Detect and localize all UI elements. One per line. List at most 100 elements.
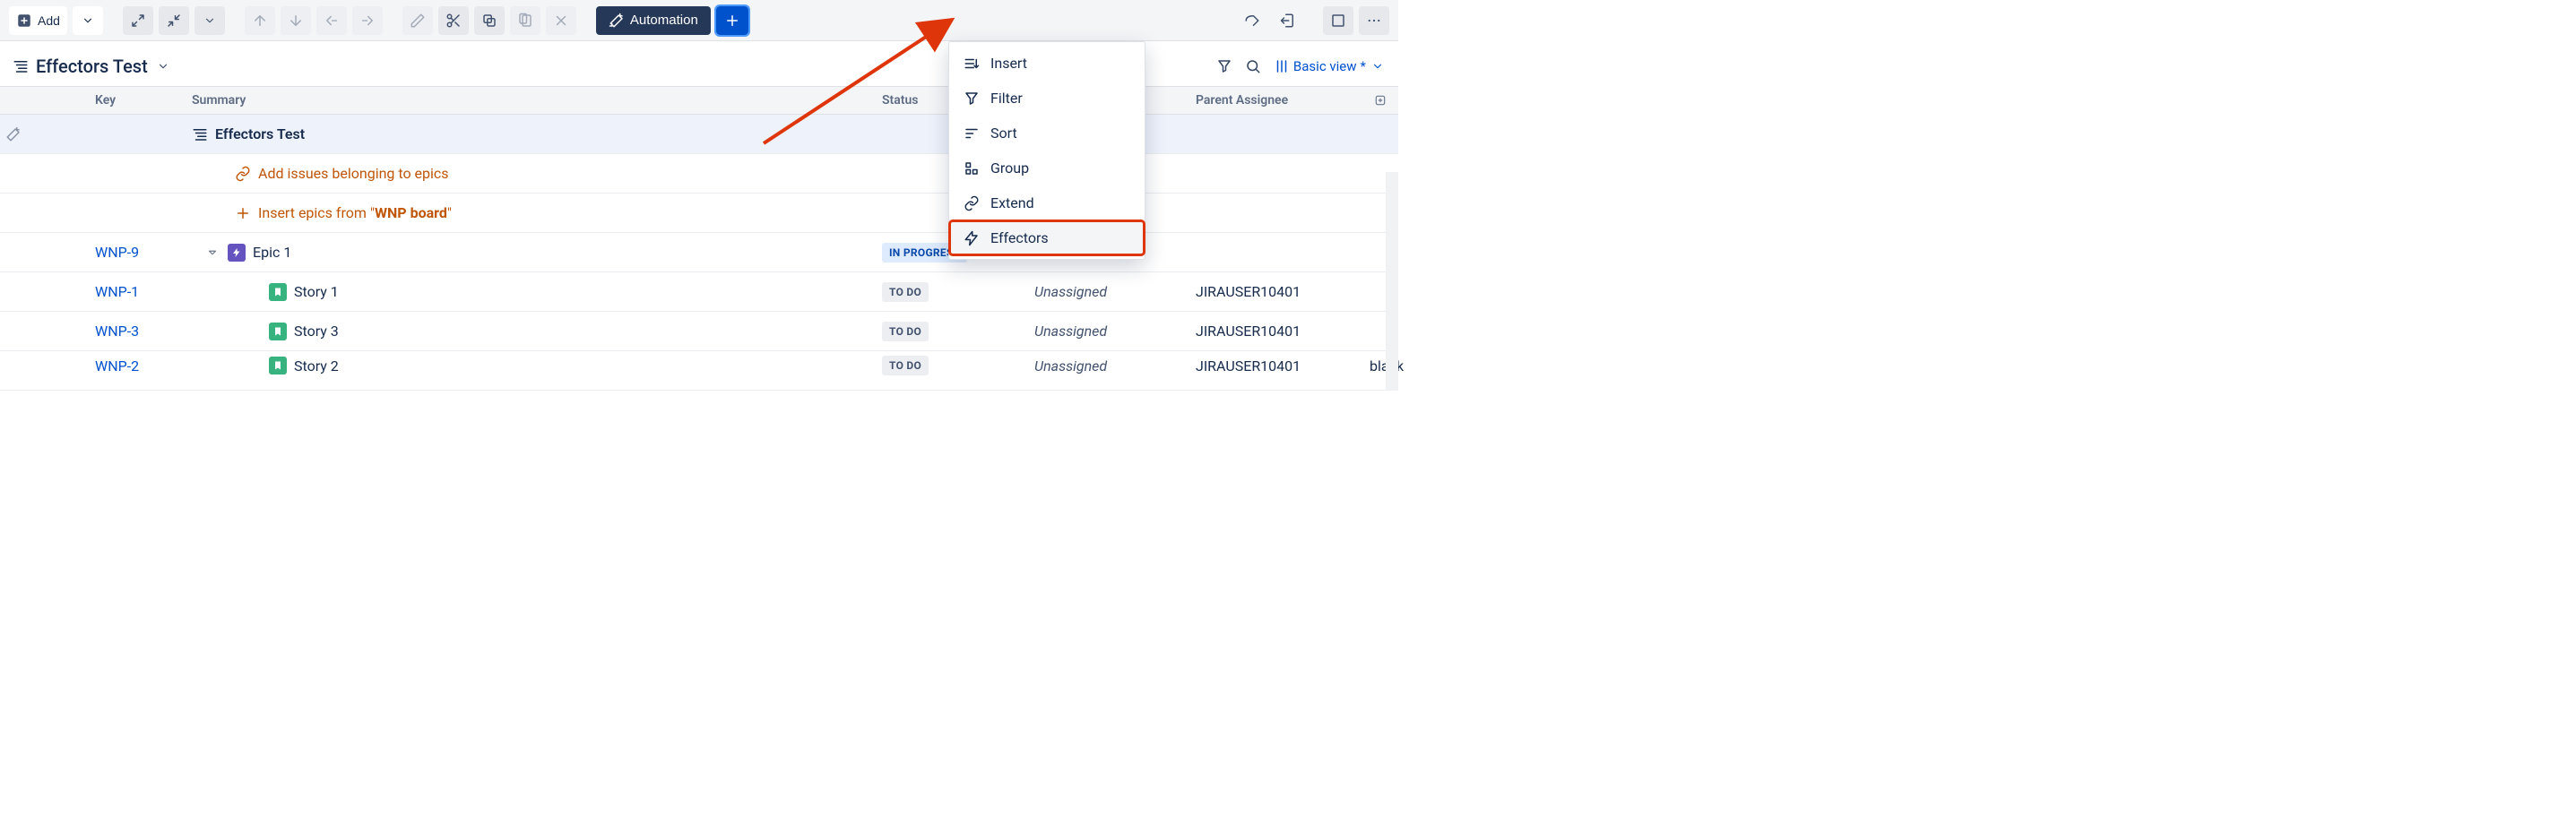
table-row-story[interactable]: WNP-2 Story 2 TO DO Unassigned JIRAUSER1… bbox=[0, 351, 1398, 391]
cell-summary: Story 3 bbox=[186, 319, 877, 344]
status-badge[interactable]: TO DO bbox=[882, 356, 929, 375]
add-button-label: Add bbox=[38, 13, 60, 28]
menu-item-label: Insert bbox=[990, 55, 1027, 72]
more-button[interactable] bbox=[1359, 6, 1389, 35]
menu-item-insert[interactable]: Insert bbox=[949, 46, 1145, 81]
arrow-right-dotted-icon bbox=[359, 13, 376, 29]
cell-summary: Add issues belonging to epics bbox=[186, 161, 877, 185]
cell-parent-assignee bbox=[1190, 249, 1370, 256]
col-handle bbox=[0, 97, 90, 104]
indent-button[interactable] bbox=[352, 6, 383, 35]
filter-icon[interactable] bbox=[1216, 58, 1232, 74]
table-row-hint[interactable]: Add issues belonging to epics bbox=[0, 154, 1398, 194]
menu-item-filter[interactable]: Filter bbox=[949, 81, 1145, 116]
add-button[interactable]: Add bbox=[9, 6, 67, 35]
paste-button[interactable] bbox=[510, 6, 540, 35]
col-summary[interactable]: Summary bbox=[186, 90, 877, 111]
search-icon[interactable] bbox=[1245, 58, 1261, 74]
edit-button[interactable] bbox=[402, 6, 433, 35]
ellipsis-icon bbox=[1366, 13, 1382, 29]
col-key[interactable]: Key bbox=[90, 90, 186, 111]
copy-button[interactable] bbox=[474, 6, 505, 35]
structure-icon bbox=[13, 58, 29, 74]
toolbar: Add Automation bbox=[0, 0, 1398, 41]
square-icon bbox=[1330, 13, 1346, 29]
link-icon bbox=[964, 195, 980, 211]
columns-icon bbox=[1274, 58, 1290, 74]
menu-item-effectors[interactable]: Effectors bbox=[949, 220, 1145, 255]
cell-key: WNP-3 bbox=[90, 319, 186, 343]
export-icon bbox=[1280, 13, 1296, 29]
expand-collapse-dropdown[interactable] bbox=[194, 6, 225, 35]
table-row-story[interactable]: WNP-3 Story 3 TO DO Unassigned JIRAUSER1… bbox=[0, 312, 1398, 351]
cell-assignee: Unassigned bbox=[1029, 354, 1190, 378]
hint-link-insert-epics[interactable]: Insert epics from "WNP board" bbox=[235, 204, 452, 221]
automation-button[interactable]: Automation bbox=[596, 6, 711, 35]
structure-name: Effectors Test bbox=[215, 125, 305, 142]
status-badge[interactable]: TO DO bbox=[882, 282, 929, 302]
share-button[interactable] bbox=[1237, 6, 1267, 35]
table-row-structure[interactable]: Effectors Test bbox=[0, 115, 1398, 154]
automation-plus-button[interactable] bbox=[716, 6, 748, 35]
outdent-button[interactable] bbox=[316, 6, 347, 35]
page-title-text: Effectors Test bbox=[36, 56, 148, 77]
issue-key-link[interactable]: WNP-1 bbox=[95, 283, 139, 300]
menu-item-label: Filter bbox=[990, 90, 1023, 107]
menu-item-extend[interactable]: Extend bbox=[949, 185, 1145, 220]
issue-key-link[interactable]: WNP-9 bbox=[95, 244, 139, 261]
cell-summary: Story 2 bbox=[186, 353, 877, 378]
menu-item-sort[interactable]: Sort bbox=[949, 116, 1145, 151]
move-up-button[interactable] bbox=[245, 6, 275, 35]
issue-key-link[interactable]: WNP-2 bbox=[95, 357, 139, 374]
issue-key-link[interactable]: WNP-3 bbox=[95, 323, 139, 340]
export-button[interactable] bbox=[1273, 6, 1303, 35]
collapse-all-button[interactable] bbox=[159, 6, 189, 35]
table-row-epic[interactable]: WNP-9 Epic 1 IN PROGRESS Bob Robertson bbox=[0, 233, 1398, 272]
hint-link-add-issues[interactable]: Add issues belonging to epics bbox=[235, 165, 449, 182]
wand-icon bbox=[609, 13, 625, 29]
arrow-down-icon bbox=[288, 13, 304, 29]
wand-icon bbox=[5, 126, 22, 142]
view-label: Basic view bbox=[1293, 58, 1357, 74]
expand-arrows-icon bbox=[130, 13, 146, 29]
add-column-button[interactable] bbox=[1370, 89, 1391, 112]
cell-assignee: Unassigned bbox=[1029, 280, 1190, 304]
caret-down-icon[interactable] bbox=[204, 245, 220, 261]
delete-button[interactable] bbox=[546, 6, 576, 35]
hint-text: Insert epics from "WNP board" bbox=[258, 204, 452, 221]
table-row-hint[interactable]: Insert epics from "WNP board" bbox=[0, 194, 1398, 233]
plus-icon bbox=[724, 13, 740, 29]
cell-key: WNP-2 bbox=[90, 354, 186, 378]
cell-parent-assignee: JIRAUSER10401 bbox=[1190, 319, 1370, 343]
structure-title-dropdown[interactable]: Effectors Test bbox=[13, 56, 171, 77]
modified-indicator: * bbox=[1361, 58, 1366, 74]
issue-summary: Story 2 bbox=[294, 357, 339, 374]
view-selector[interactable]: Basic view* bbox=[1274, 58, 1386, 74]
assignee-text: Unassigned bbox=[1034, 357, 1107, 374]
table-row-story[interactable]: WNP-1 Story 1 TO DO Unassigned JIRAUSER1… bbox=[0, 272, 1398, 312]
page-header: Effectors Test Basic view* bbox=[0, 41, 1398, 86]
cut-button[interactable] bbox=[438, 6, 469, 35]
panel-toggle-button[interactable] bbox=[1323, 6, 1353, 35]
expand-all-button[interactable] bbox=[123, 6, 153, 35]
plus-square-icon bbox=[1374, 92, 1387, 108]
issue-summary: Story 1 bbox=[294, 283, 339, 300]
col-parent-assignee[interactable]: Parent Assignee bbox=[1190, 90, 1370, 111]
status-badge[interactable]: TO DO bbox=[882, 322, 929, 341]
cell-key: WNP-1 bbox=[90, 280, 186, 304]
arrow-left-dotted-icon bbox=[324, 13, 340, 29]
x-icon bbox=[553, 13, 569, 29]
story-type-icon bbox=[269, 357, 287, 374]
move-down-button[interactable] bbox=[281, 6, 311, 35]
header-actions: Basic view* bbox=[1216, 58, 1386, 74]
add-dropdown-button[interactable] bbox=[73, 6, 103, 35]
collapse-arrows-icon bbox=[166, 13, 182, 29]
cell-status: TO DO bbox=[877, 352, 1029, 379]
menu-item-group[interactable]: Group bbox=[949, 151, 1145, 185]
cell-summary: Story 1 bbox=[186, 280, 877, 305]
scrollbar[interactable] bbox=[1386, 172, 1398, 391]
cell-assignee: Unassigned bbox=[1029, 319, 1190, 343]
menu-item-label: Group bbox=[990, 159, 1029, 176]
menu-item-label: Extend bbox=[990, 194, 1034, 211]
assignee-text: Unassigned bbox=[1034, 283, 1107, 300]
